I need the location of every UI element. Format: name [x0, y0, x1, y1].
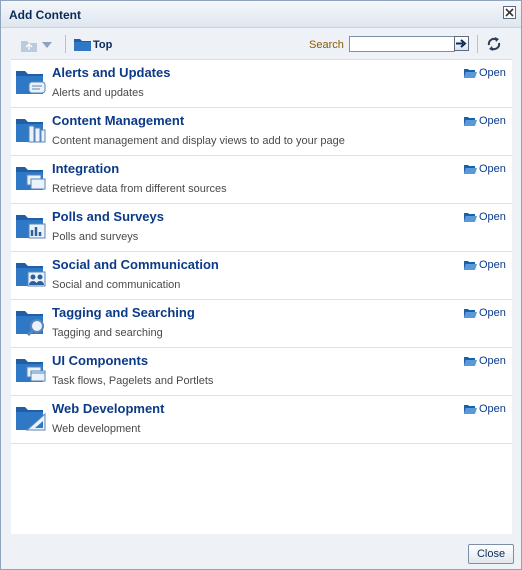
category-description: Social and communication	[52, 279, 181, 291]
chevron-down-icon[interactable]	[42, 42, 52, 48]
search-label: Search	[309, 39, 344, 51]
open-link[interactable]: Open	[464, 259, 508, 273]
refresh-icon[interactable]	[486, 36, 502, 52]
web-dev-folder-icon	[16, 407, 46, 431]
arrow-right-icon	[456, 39, 467, 48]
list-item: Polls and Surveys Polls and surveys Open	[11, 204, 512, 252]
open-label: Open	[479, 211, 506, 223]
open-link[interactable]: Open	[464, 67, 508, 81]
category-title[interactable]: Alerts and Updates	[52, 65, 170, 80]
open-label: Open	[479, 355, 506, 367]
open-folder-icon	[464, 213, 477, 222]
category-description: Content management and display views to …	[52, 135, 345, 147]
open-folder-icon	[464, 117, 477, 126]
category-title[interactable]: Polls and Surveys	[52, 209, 164, 224]
open-label: Open	[479, 403, 506, 415]
category-title[interactable]: Web Development	[52, 401, 164, 416]
open-label: Open	[479, 163, 506, 175]
list-item: Alerts and Updates Alerts and updates Op…	[11, 60, 512, 108]
category-title[interactable]: Integration	[52, 161, 119, 176]
location-breadcrumb[interactable]: Top	[93, 39, 112, 51]
toolbar-divider	[477, 35, 478, 53]
category-description: Polls and surveys	[52, 231, 139, 243]
search-input[interactable]	[349, 36, 455, 52]
list-item: Web Development Web development Open	[11, 396, 512, 444]
category-description: Task flows, Pagelets and Portlets	[52, 375, 214, 387]
category-title[interactable]: UI Components	[52, 353, 148, 368]
category-description: Web development	[52, 423, 141, 435]
ui-components-folder-icon	[16, 359, 46, 382]
open-folder-icon	[464, 357, 477, 366]
tagging-folder-icon	[16, 311, 44, 337]
category-description: Tagging and searching	[52, 327, 163, 339]
category-description: Alerts and updates	[52, 87, 144, 99]
open-link[interactable]: Open	[464, 115, 508, 129]
open-link[interactable]: Open	[464, 307, 508, 321]
open-folder-icon	[464, 261, 477, 270]
open-label: Open	[479, 259, 506, 271]
open-label: Open	[479, 307, 506, 319]
open-link[interactable]: Open	[464, 355, 508, 369]
polls-folder-icon	[16, 215, 46, 239]
open-link[interactable]: Open	[464, 163, 508, 177]
open-folder-icon	[464, 165, 477, 174]
list-item: Tagging and Searching Tagging and search…	[11, 300, 512, 348]
dialog-footer: Close	[1, 537, 521, 569]
open-link[interactable]: Open	[464, 211, 508, 225]
dialog-title: Add Content	[9, 8, 81, 22]
open-label: Open	[479, 115, 506, 127]
open-link[interactable]: Open	[464, 403, 508, 417]
close-button[interactable]: Close	[468, 544, 514, 564]
dialog-close-icon[interactable]	[503, 6, 516, 19]
open-folder-icon	[464, 69, 477, 78]
folder-icon	[74, 39, 91, 51]
content-folder-icon	[16, 119, 46, 143]
category-description: Retrieve data from different sources	[52, 183, 227, 195]
dialog-titlebar: Add Content	[1, 1, 521, 28]
category-title[interactable]: Tagging and Searching	[52, 305, 195, 320]
open-folder-icon	[464, 405, 477, 414]
toolbar: Top Search	[11, 31, 512, 59]
list-item: Integration Retrieve data from different…	[11, 156, 512, 204]
content-category-list: Alerts and Updates Alerts and updates Op…	[11, 59, 512, 534]
add-content-dialog: Add Content Top Search Alerts and Update…	[0, 0, 522, 570]
category-title[interactable]: Content Management	[52, 113, 184, 128]
list-item: Social and Communication Social and comm…	[11, 252, 512, 300]
list-item: Content Management Content management an…	[11, 108, 512, 156]
up-folder-icon[interactable]	[19, 35, 39, 55]
category-title[interactable]: Social and Communication	[52, 257, 219, 272]
toolbar-divider	[65, 35, 66, 53]
list-item: UI Components Task flows, Pagelets and P…	[11, 348, 512, 396]
integration-folder-icon	[16, 167, 46, 190]
alerts-folder-icon	[16, 71, 46, 94]
social-folder-icon	[16, 263, 46, 287]
open-folder-icon	[464, 309, 477, 318]
search-go-button[interactable]	[454, 36, 469, 51]
open-label: Open	[479, 67, 506, 79]
